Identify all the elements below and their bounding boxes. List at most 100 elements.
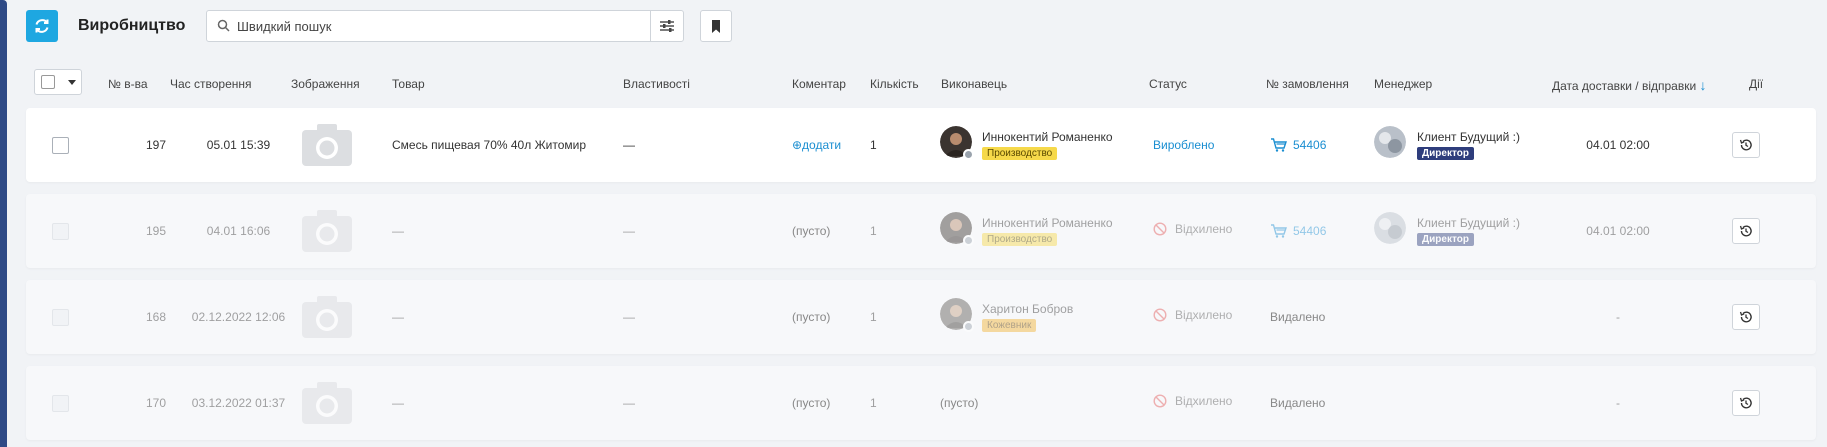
history-icon [1739,397,1752,409]
comment: (пусто) [792,224,831,238]
history-icon [1739,225,1752,237]
role-badge: Кожевник [982,319,1037,332]
comment: (пусто) [792,310,831,324]
status-dot [963,235,974,246]
col-executor[interactable]: Виконавець [941,77,1007,91]
product-name: — [392,310,404,324]
table-row[interactable]: 168 02.12.2022 12:06 — — (пусто) 1 Харит… [26,280,1816,354]
created-time: 02.12.2022 12:06 [191,310,286,324]
page-title: Виробництво [78,17,186,34]
properties: — [623,310,635,324]
status-rejected: Відхилено [1153,219,1232,239]
history-button[interactable] [1732,218,1760,244]
search-icon [217,19,230,32]
product-name: Смесь пищевая 70% 40л Житомир [392,138,587,152]
history-button[interactable] [1732,304,1760,330]
table-header: № в-ва Час створення Зображення Товар Вл… [26,68,1816,98]
status-rejected: Відхилено [1153,391,1232,411]
sort-arrow-icon: ↓ [1699,77,1707,93]
created-time: 05.01 15:39 [206,138,271,152]
history-button[interactable] [1732,390,1760,416]
status-link[interactable]: Вироблено [1153,138,1214,152]
col-created[interactable]: Час створення [170,77,252,91]
col-properties[interactable]: Властивості [623,77,690,91]
ban-icon [1153,308,1167,322]
delivery-date: - [1616,310,1620,324]
select-all-dropdown[interactable] [34,69,82,95]
col-status[interactable]: Статус [1149,77,1187,91]
order-link[interactable]: 54406 [1270,138,1326,152]
refresh-button[interactable] [26,10,58,42]
product-name: — [392,396,404,410]
product-name: — [392,224,404,238]
properties: — [623,396,635,410]
executor-name: Иннокентий Романенко [982,216,1113,230]
avatar [1374,212,1406,244]
manager-name: Клиент Будущий :) [1417,216,1520,230]
row-checkbox[interactable] [52,395,69,412]
col-product[interactable]: Товар [392,77,425,91]
col-order[interactable]: № замовлення [1266,77,1349,91]
col-num[interactable]: № в-ва [108,77,148,91]
row-checkbox[interactable] [52,223,69,240]
camera-icon [302,382,352,424]
col-delivery[interactable]: Дата доставки / відправки ↓ [1552,77,1707,93]
status-text: Відхилено [1175,222,1233,236]
col-quantity[interactable]: Кількість [870,77,919,91]
camera-icon [302,296,352,338]
order-link[interactable]: 54406 [1270,224,1326,238]
order-number: 54406 [1293,224,1327,238]
order-deleted: Видалено [1270,396,1326,410]
avatar [1374,126,1406,158]
role-badge: Директор [1417,147,1474,160]
cart-icon [1271,224,1287,238]
delivery-date: 04.01 02:00 [1586,138,1650,152]
select-all-checkbox[interactable] [41,75,55,89]
avatar [940,212,974,246]
status-rejected: Відхилено [1153,305,1232,325]
executor-name: Иннокентий Романенко [982,130,1113,144]
role-badge: Производство [982,233,1058,246]
properties: — [623,138,635,152]
executor-name: Харитон Бобров [982,302,1074,316]
col-manager[interactable]: Менеджер [1374,77,1432,91]
executor-empty: (пусто) [940,396,979,410]
table-row[interactable]: 197 05.01 15:39 Смесь пищевая 70% 40л Жи… [26,108,1816,182]
camera-icon [302,210,352,252]
ban-icon [1153,222,1167,236]
add-comment-link[interactable]: ⊕додати [792,138,841,152]
quantity: 1 [870,138,877,152]
order-number: 54406 [1293,138,1327,152]
chevron-down-icon [68,80,76,85]
col-delivery-label: Дата доставки / відправки [1552,79,1697,93]
col-comment[interactable]: Коментар [792,77,846,91]
sliders-icon [660,20,674,32]
delivery-date: - [1616,396,1620,410]
sidebar-edge [0,0,7,447]
history-button[interactable] [1732,132,1760,158]
status-dot [963,321,974,332]
history-icon [1739,139,1752,151]
ban-icon [1153,394,1167,408]
search-input[interactable] [237,11,637,41]
status-text: Відхилено [1175,394,1233,408]
table-row[interactable]: 195 04.01 16:06 — — (пусто) 1 Иннокентий… [26,194,1816,268]
properties: — [623,224,635,238]
status-text: Відхилено [1175,308,1233,322]
history-icon [1739,311,1752,323]
row-checkbox[interactable] [52,137,69,154]
row-checkbox[interactable] [52,309,69,326]
table-row[interactable]: 170 03.12.2022 01:37 — — (пусто) 1 (пуст… [26,366,1816,440]
filter-button[interactable] [650,11,683,41]
created-time: 04.01 16:06 [206,224,271,238]
role-badge: Производство [982,147,1058,160]
quantity: 1 [870,224,877,238]
quantity: 1 [870,396,877,410]
col-image: Зображення [291,77,360,91]
comment: (пусто) [792,396,831,410]
col-actions: Дії [1749,77,1764,91]
status-dot [963,149,974,160]
avatar [940,298,974,332]
bookmark-button[interactable] [700,10,732,42]
search-box [206,10,684,42]
